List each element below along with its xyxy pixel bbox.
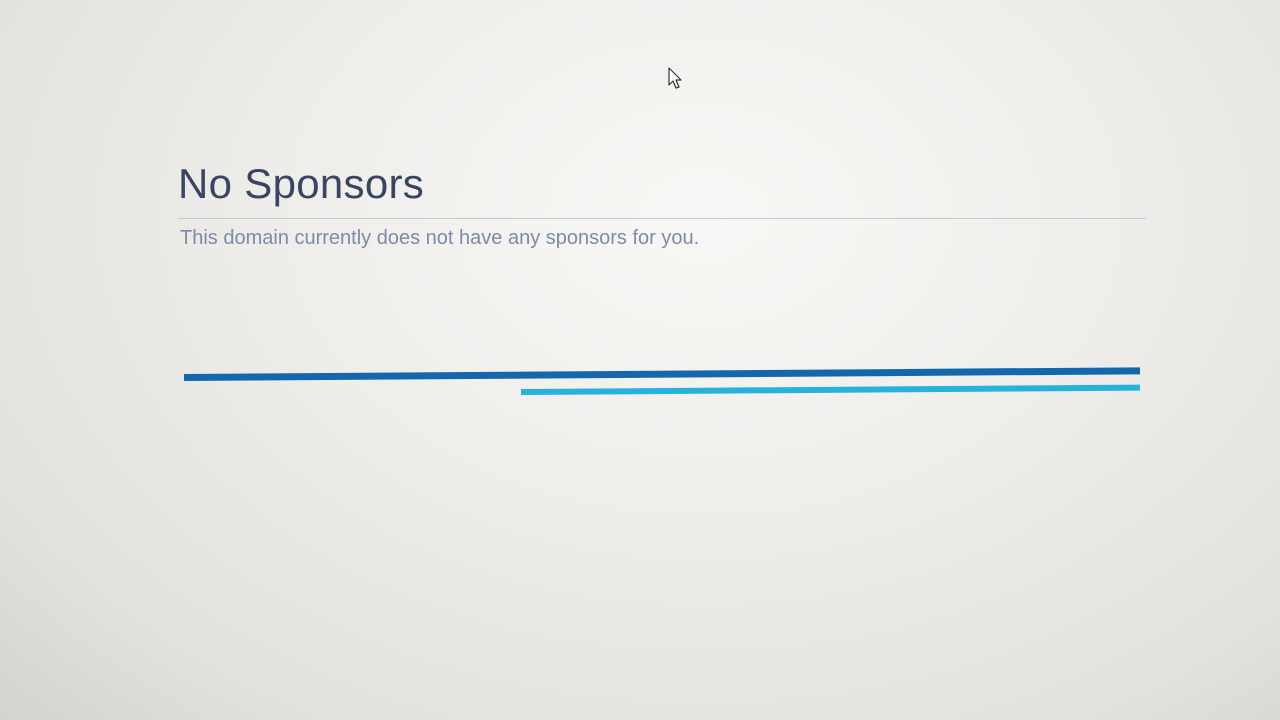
primary-accent-bar — [183, 367, 1141, 381]
no-sponsors-panel: No Sponsors This domain currently does n… — [178, 158, 1146, 251]
page-title: No Sponsors — [178, 160, 425, 207]
empty-state-message: This domain currently does not have any … — [180, 227, 700, 249]
mouse-pointer-icon — [668, 67, 684, 91]
title-divider — [178, 218, 1146, 219]
secondary-accent-bar — [520, 384, 1141, 395]
